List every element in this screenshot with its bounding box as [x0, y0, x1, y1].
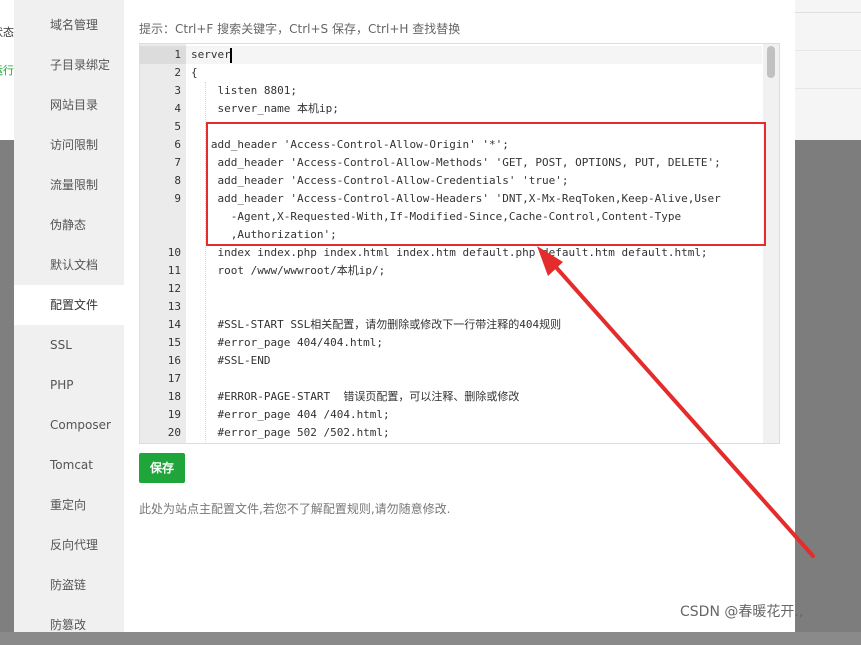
line-number: 4: [174, 102, 181, 115]
code-line: #error_page 502 /502.html;: [191, 426, 390, 439]
sidebar-item-tamper-proof[interactable]: 防篡改: [14, 605, 124, 645]
line-number: 5: [174, 120, 181, 133]
line-number: 18: [167, 390, 181, 403]
code-line: index index.php index.html index.htm def…: [191, 246, 708, 259]
line-number: 19: [167, 408, 181, 421]
background-status-text: 状态: [0, 26, 14, 39]
background-right-top: [795, 0, 861, 140]
background-running-text: 运行: [0, 64, 14, 77]
background-divider: [795, 12, 861, 13]
code-line: {: [191, 66, 198, 79]
background-divider: [795, 88, 861, 89]
config-main-panel: 提示：Ctrl+F 搜索关键字，Ctrl+S 保存，Ctrl+H 查找替换 1 …: [124, 0, 795, 632]
line-number: 1: [174, 48, 181, 61]
site-settings-dialog: 域名管理 子目录绑定 网站目录 访问限制 流量限制 伪静态 默认文档 配置文件 …: [14, 0, 795, 632]
sidebar-item-domain[interactable]: 域名管理: [14, 5, 124, 45]
code-line: #error_page 404/404.html;: [191, 336, 384, 349]
code-line: #SSL-START SSL相关配置，请勿删除或修改下一行带注释的404规则: [191, 318, 562, 331]
line-number: 17: [167, 372, 181, 385]
sidebar-item-reverse-proxy[interactable]: 反向代理: [14, 525, 124, 565]
code-line: listen 8801;: [191, 84, 297, 97]
sidebar-item-subdirectory[interactable]: 子目录绑定: [14, 45, 124, 85]
line-number: 11: [167, 264, 181, 277]
code-line: #error_page 404 /404.html;: [191, 408, 390, 421]
line-number: 14: [167, 318, 181, 331]
code-line: #SSL-END: [191, 354, 271, 367]
line-number: 9: [174, 192, 181, 205]
settings-sidebar: 域名管理 子目录绑定 网站目录 访问限制 流量限制 伪静态 默认文档 配置文件 …: [14, 0, 124, 632]
background-divider: [795, 50, 861, 51]
active-line-highlight: [186, 46, 762, 64]
sidebar-item-composer[interactable]: Composer: [14, 405, 124, 445]
line-number: 8: [174, 174, 181, 187]
line-number: 10: [167, 246, 181, 259]
sidebar-item-access-limit[interactable]: 访问限制: [14, 125, 124, 165]
line-number: 6: [174, 138, 181, 151]
text-cursor: [230, 48, 232, 63]
sidebar-item-config-file[interactable]: 配置文件: [14, 285, 124, 325]
csdn-watermark: CSDN @春暖花开.,: [680, 604, 804, 620]
line-number: 16: [167, 354, 181, 367]
line-number: 13: [167, 300, 181, 313]
line-number: [140, 226, 181, 244]
sidebar-item-default-doc[interactable]: 默认文档: [14, 245, 124, 285]
code-line: root /www/wwwroot/本机ip/;: [191, 264, 386, 277]
code-line: #ERROR-PAGE-START 错误页配置，可以注释、删除或修改: [191, 390, 520, 403]
line-number: 15: [167, 336, 181, 349]
code-line: server: [191, 48, 231, 61]
save-button[interactable]: 保存: [139, 453, 185, 483]
sidebar-item-traffic-limit[interactable]: 流量限制: [14, 165, 124, 205]
sidebar-item-php[interactable]: PHP: [14, 365, 124, 405]
background-panel-right: [795, 0, 861, 632]
scrollbar-thumb[interactable]: [767, 46, 775, 78]
line-number: [140, 208, 181, 226]
shortcut-tip: 提示：Ctrl+F 搜索关键字，Ctrl+S 保存，Ctrl+H 查找替换: [139, 22, 461, 36]
sidebar-item-rewrite[interactable]: 伪静态: [14, 205, 124, 245]
code-line: server_name 本机ip;: [191, 102, 339, 115]
line-number: 3: [174, 84, 181, 97]
line-number: 12: [167, 282, 181, 295]
sidebar-item-ssl[interactable]: SSL: [14, 325, 124, 365]
sidebar-item-site-directory[interactable]: 网站目录: [14, 85, 124, 125]
line-number: 2: [174, 66, 181, 79]
annotation-highlight-box: [206, 122, 766, 246]
sidebar-item-redirect[interactable]: 重定向: [14, 485, 124, 525]
sidebar-item-tomcat[interactable]: Tomcat: [14, 445, 124, 485]
line-number: 7: [174, 156, 181, 169]
background-panel-left: 状态 运行: [0, 0, 14, 632]
line-number: 20: [167, 426, 181, 439]
background-overlay-left: [0, 140, 14, 632]
config-warning-note: 此处为站点主配置文件,若您不了解配置规则,请勿随意修改.: [139, 502, 451, 516]
sidebar-item-hotlink[interactable]: 防盗链: [14, 565, 124, 605]
